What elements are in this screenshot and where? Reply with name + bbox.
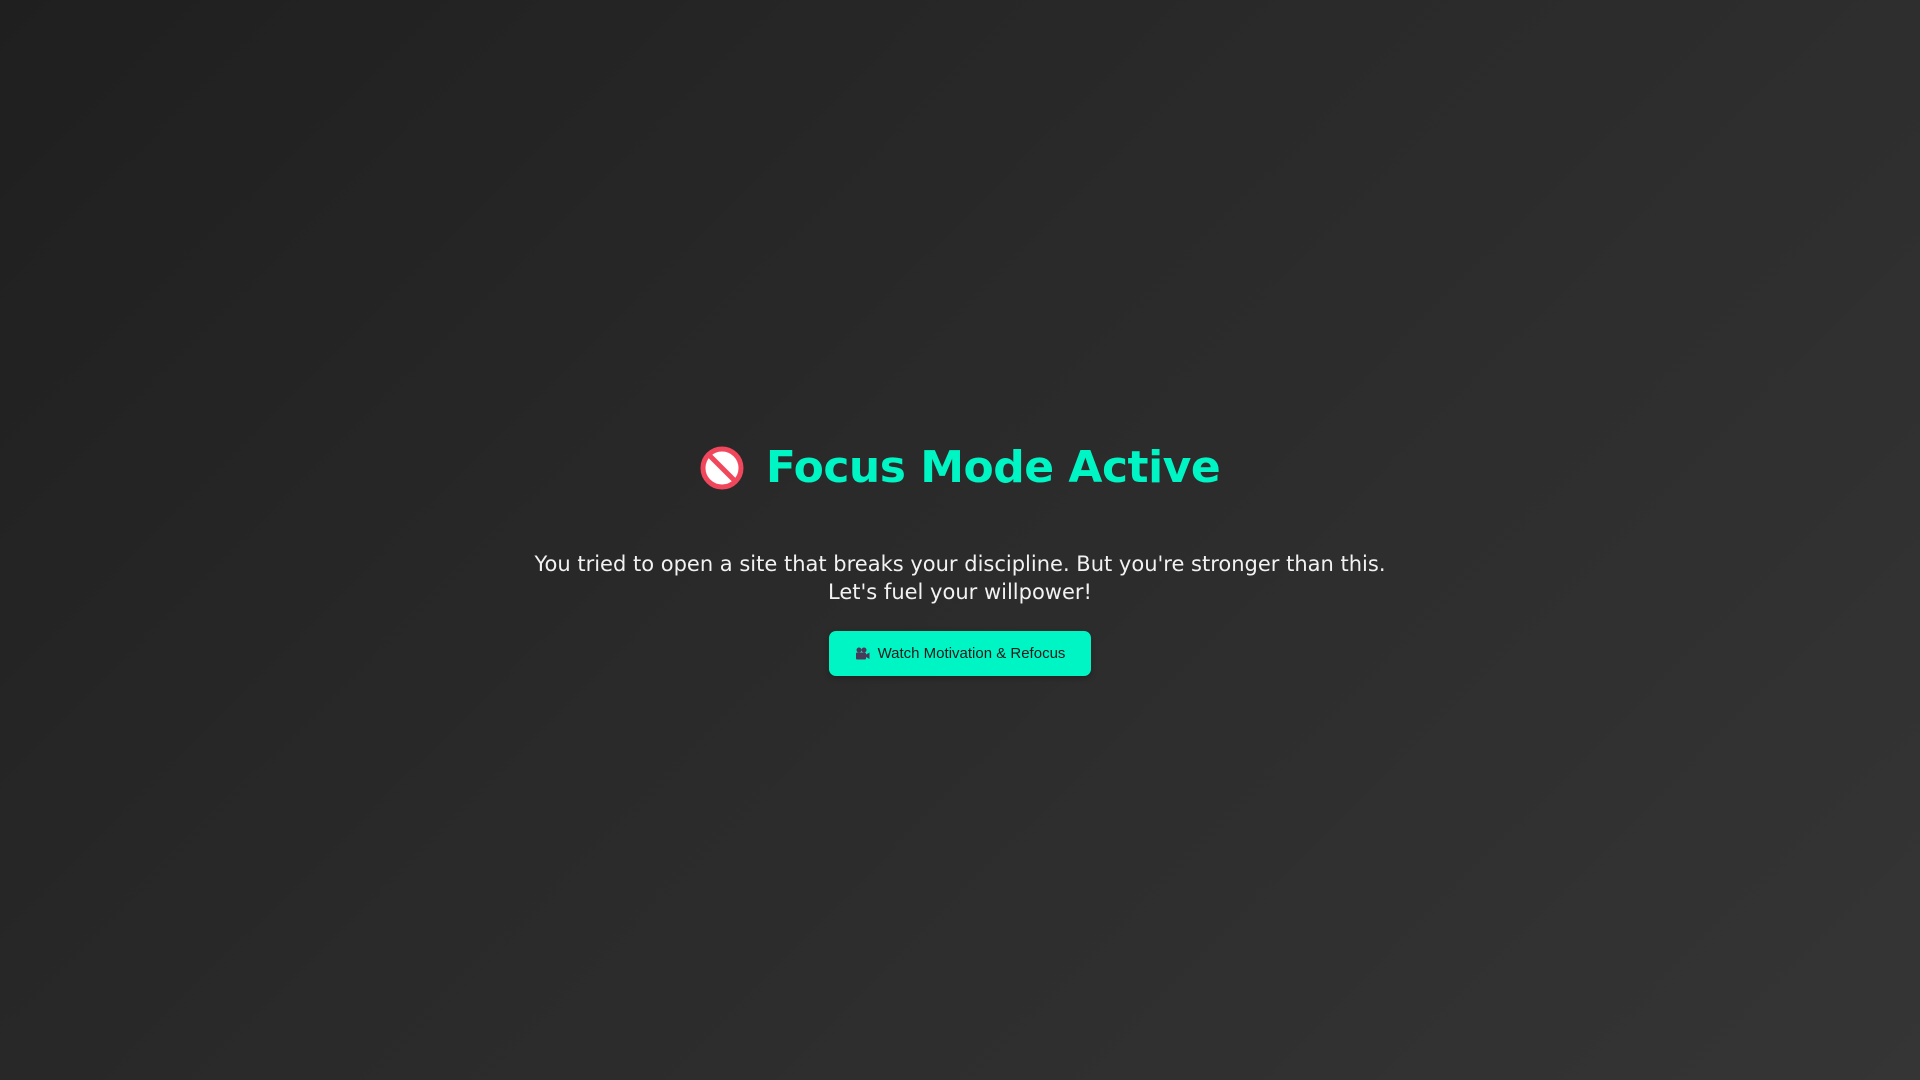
focus-block-page: Focus Mode Active You tried to open a si… xyxy=(0,0,1920,1080)
watch-motivation-button[interactable]: Watch Motivation & Refocus xyxy=(829,631,1091,676)
message-line-2: Let's fuel your willpower! xyxy=(828,580,1092,604)
watch-motivation-label: Watch Motivation & Refocus xyxy=(877,645,1066,662)
movie-camera-icon xyxy=(855,647,870,660)
discipline-message: You tried to open a site that breaks you… xyxy=(0,550,1920,606)
no-entry-icon xyxy=(700,446,744,490)
message-line-1: You tried to open a site that breaks you… xyxy=(534,552,1386,576)
page-title: Focus Mode Active xyxy=(765,442,1221,493)
title-row: Focus Mode Active xyxy=(0,438,1920,498)
